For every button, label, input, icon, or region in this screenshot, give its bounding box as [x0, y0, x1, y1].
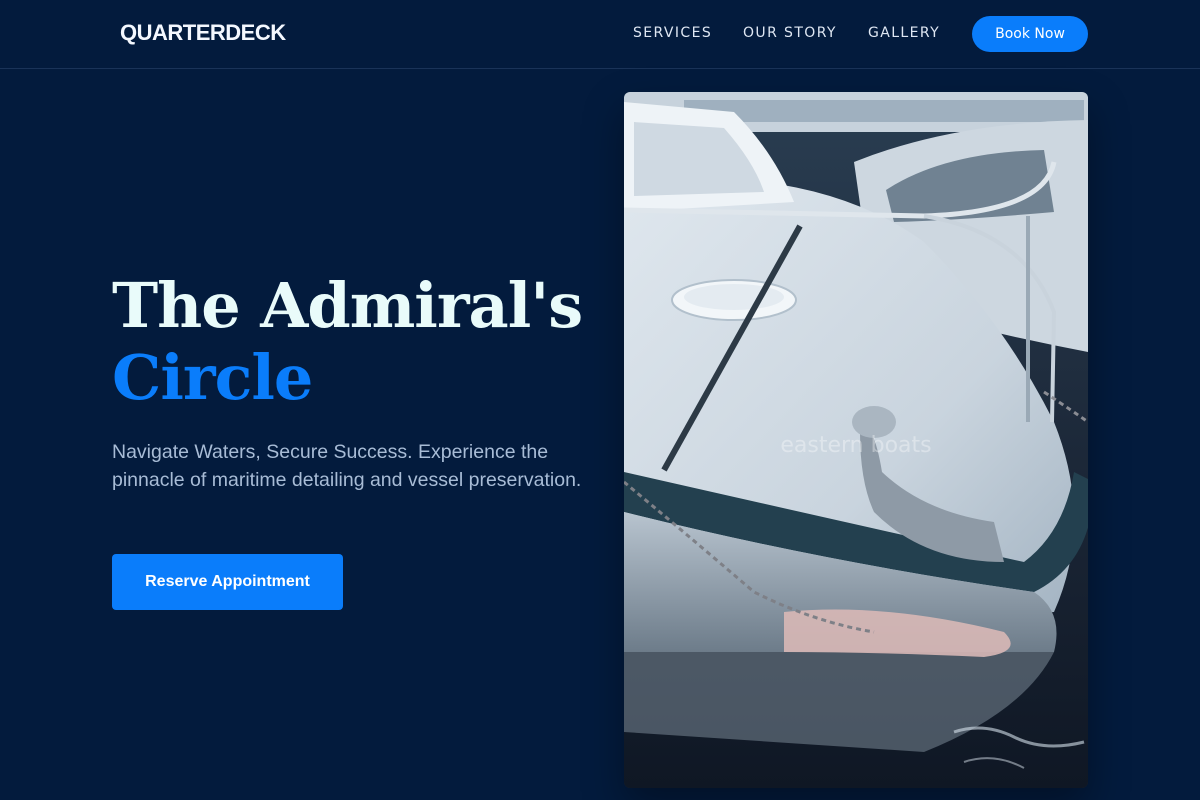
boat-illustration: eastern boats	[624, 92, 1088, 788]
nav-link-our-story[interactable]: OUR STORY	[743, 25, 837, 41]
hero-title: The Admiral's Circle	[112, 270, 612, 414]
hero-title-highlight: Circle	[112, 341, 313, 414]
nav-link-services[interactable]: SERVICES	[633, 25, 712, 41]
nav-link-gallery[interactable]: GALLERY	[868, 25, 940, 41]
book-now-button[interactable]: Book Now	[972, 16, 1088, 52]
brand-logo[interactable]: QUARTERDECK	[120, 20, 286, 46]
hero-subtitle: Navigate Waters, Secure Success. Experie…	[112, 441, 582, 491]
site-header: QUARTERDECK SERVICES OUR STORY GALLERY B…	[0, 0, 1200, 69]
photo-watermark: eastern boats	[780, 433, 931, 458]
hero-boat-image: eastern boats	[624, 92, 1088, 788]
hero-title-line1: The Admiral's	[112, 269, 583, 342]
reserve-appointment-button[interactable]: Reserve Appointment	[112, 554, 343, 610]
